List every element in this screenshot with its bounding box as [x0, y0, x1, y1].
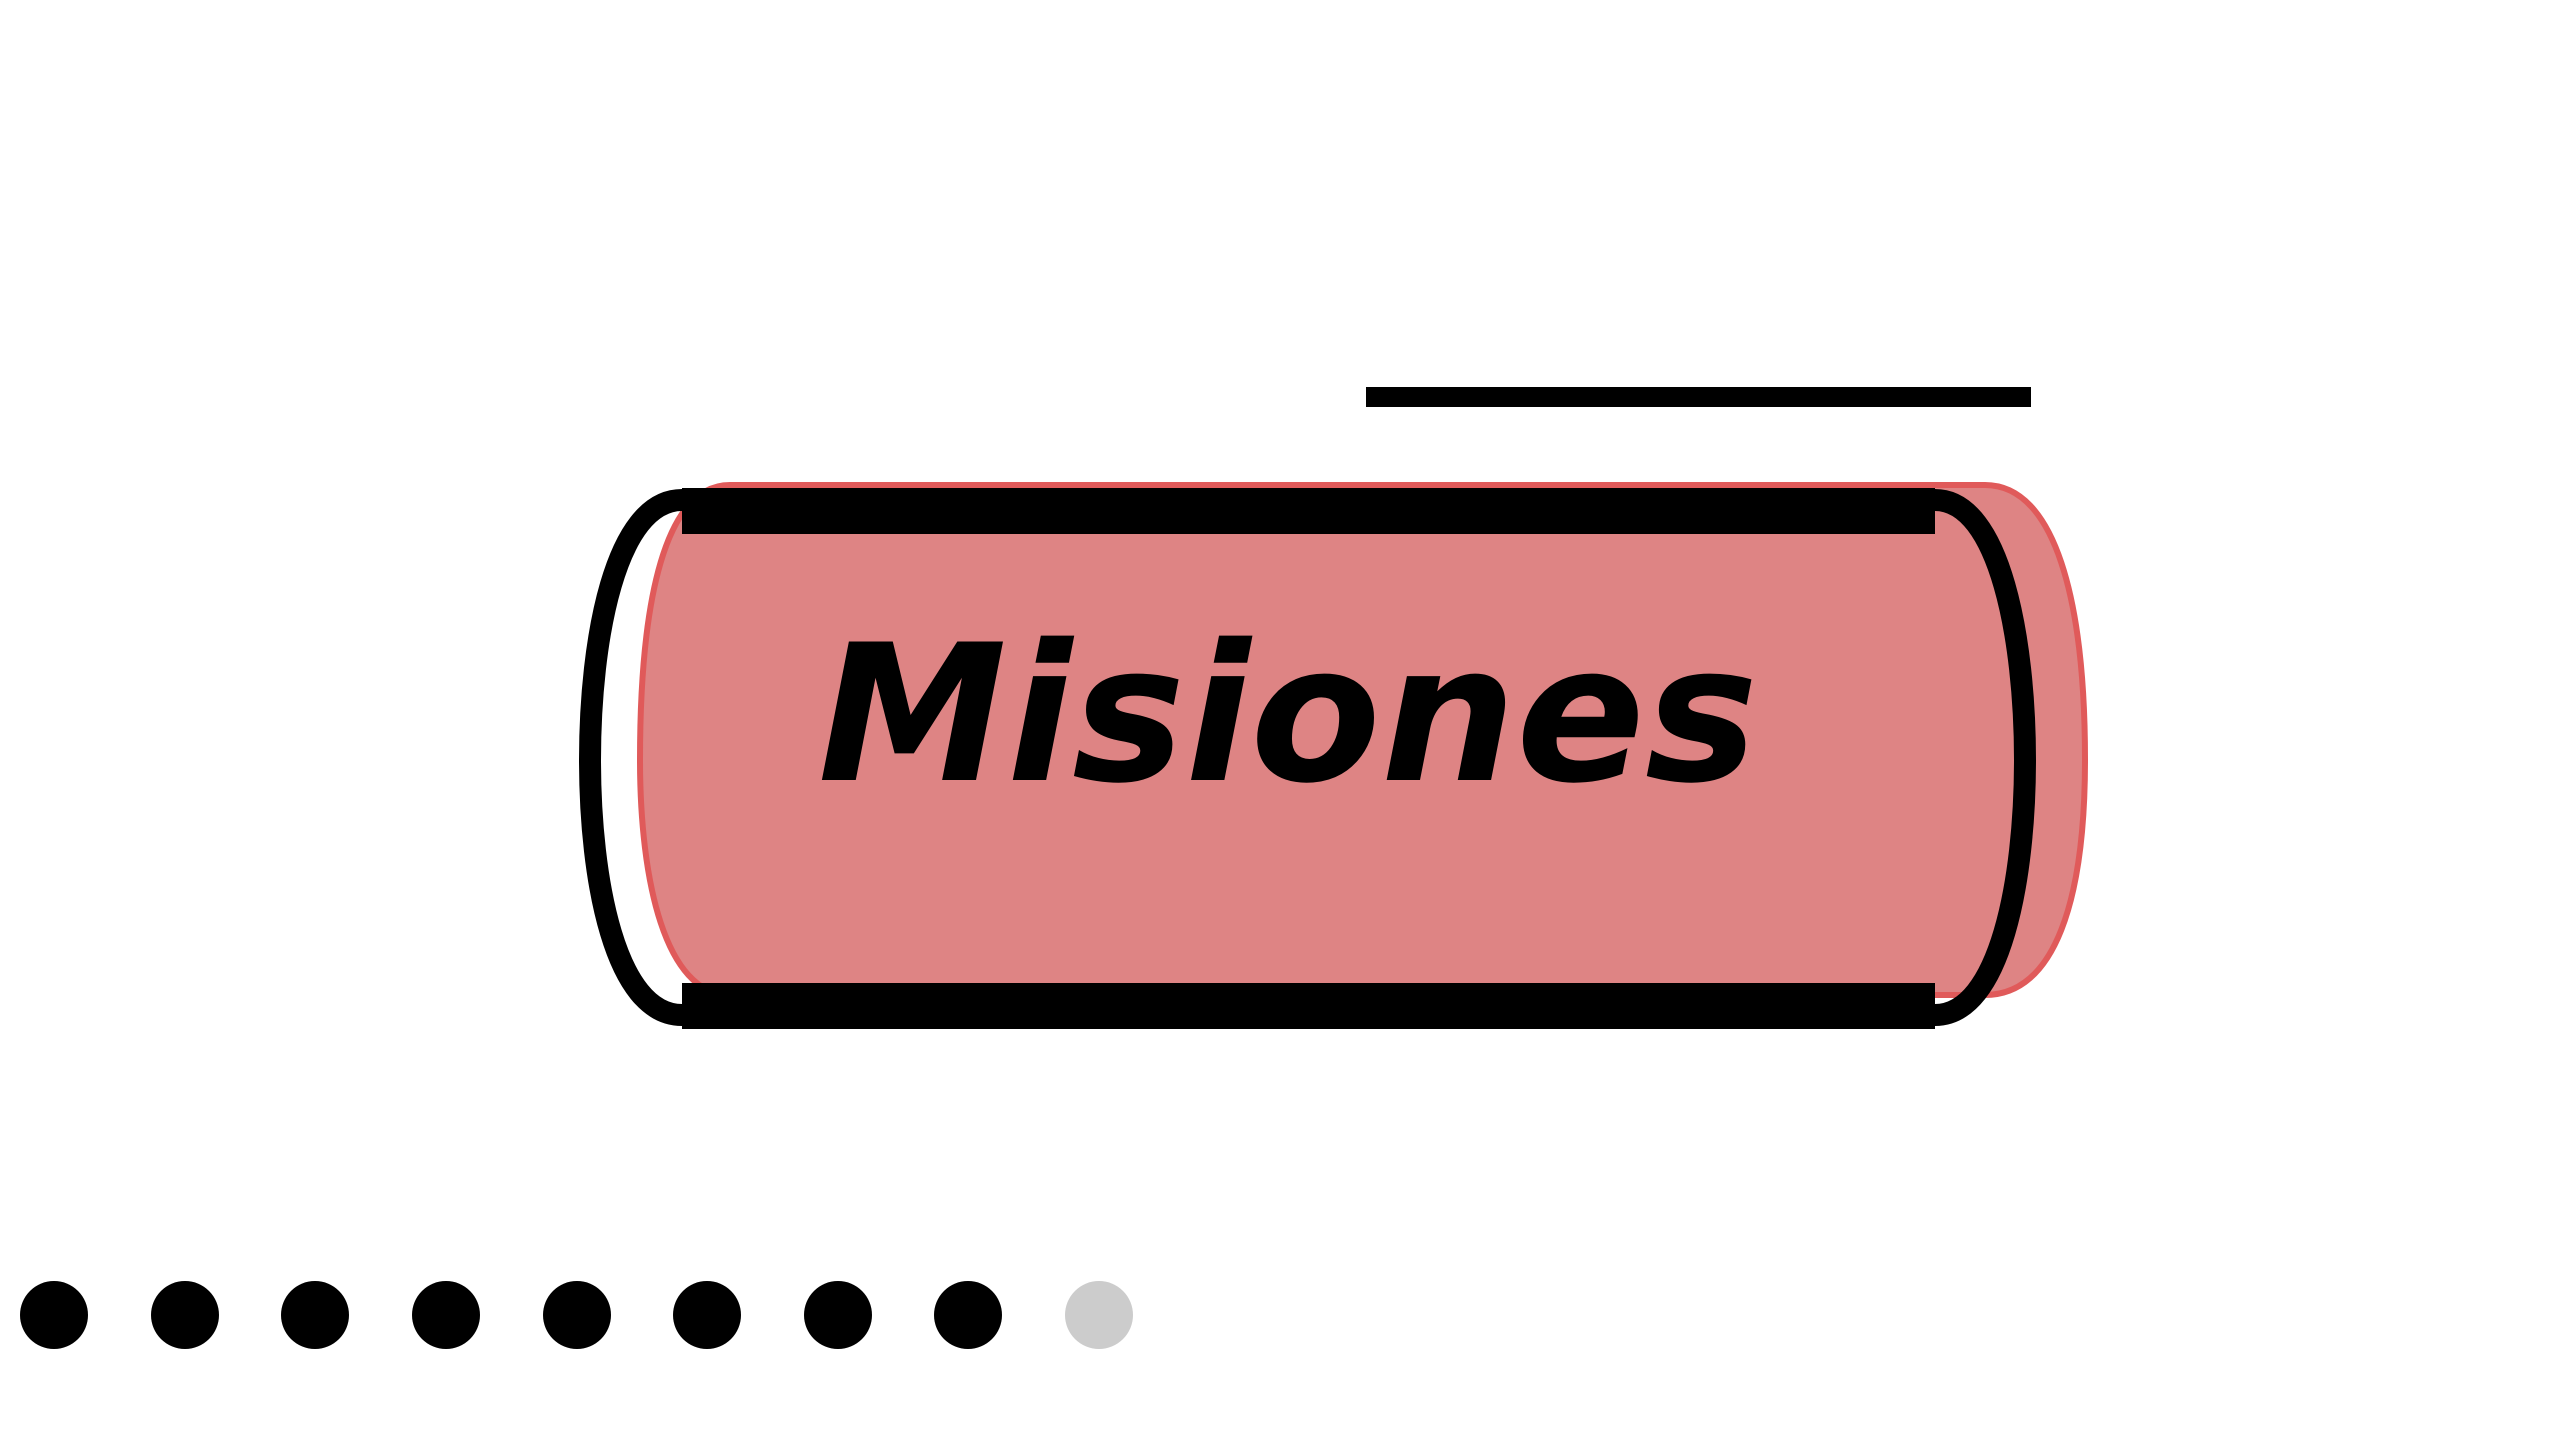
slide-title: Misiones	[818, 604, 1758, 825]
pill-bottom-bar	[682, 983, 1935, 1029]
page-dot-3[interactable]	[281, 1281, 349, 1349]
page-dot-6[interactable]	[673, 1281, 741, 1349]
pagination-dots	[20, 1281, 1133, 1349]
pill-top-bar	[682, 488, 1935, 534]
page-dot-1[interactable]	[20, 1281, 88, 1349]
accent-line	[1366, 387, 2031, 407]
page-dot-2[interactable]	[151, 1281, 219, 1349]
slide-canvas: Misiones	[20, 387, 2089, 1349]
page-dot-4[interactable]	[412, 1281, 480, 1349]
page-dot-8[interactable]	[934, 1281, 1002, 1349]
page-dot-5[interactable]	[543, 1281, 611, 1349]
page-dot-7[interactable]	[804, 1281, 872, 1349]
page-dot-9-current[interactable]	[1065, 1281, 1133, 1349]
